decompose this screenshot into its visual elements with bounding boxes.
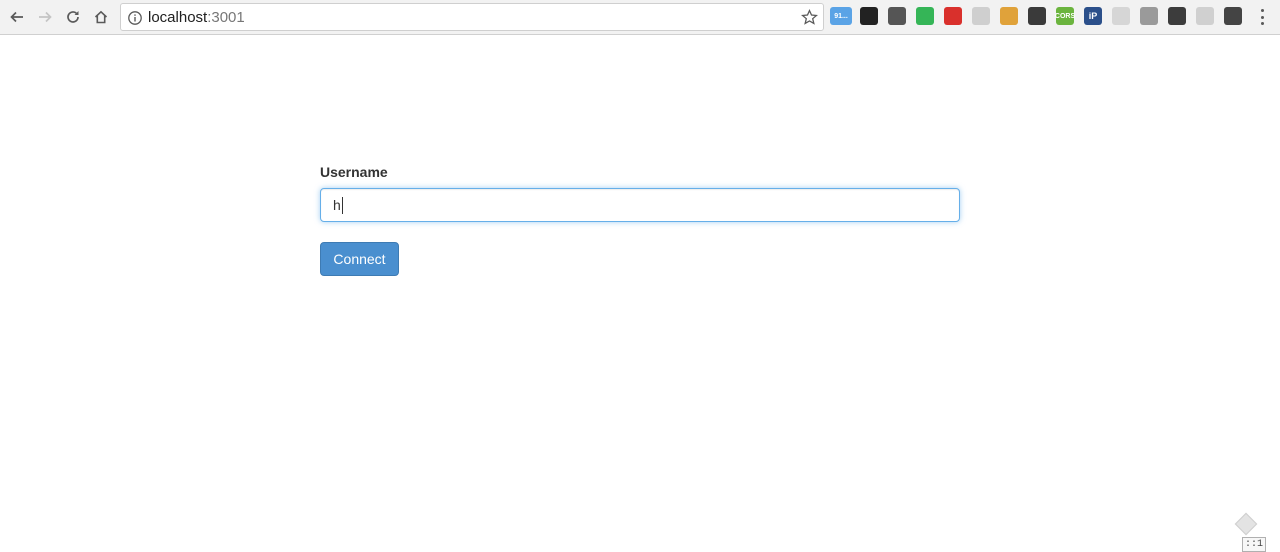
username-value: h — [333, 197, 341, 213]
url-text: localhost:3001 — [148, 9, 245, 27]
sync-extension-icon[interactable] — [1224, 7, 1242, 25]
grid-extension-icon[interactable] — [1196, 7, 1214, 25]
forward-button[interactable] — [33, 5, 57, 29]
url-port: :3001 — [207, 9, 245, 26]
globe-extension-icon[interactable] — [1140, 7, 1158, 25]
grey-leaf-extension-icon[interactable] — [972, 7, 990, 25]
bug-extension-icon[interactable] — [888, 7, 906, 25]
grey-a-extension-icon[interactable] — [1112, 7, 1130, 25]
corner-badge: ::1 — [1242, 537, 1266, 552]
forward-arrow-icon — [39, 11, 52, 23]
address-bar[interactable]: localhost:3001 — [120, 3, 824, 31]
dark-badge-extension-icon[interactable] — [1028, 7, 1046, 25]
reload-icon — [67, 11, 79, 23]
username-input[interactable]: h — [320, 188, 960, 222]
devtools-diamond-icon — [1234, 512, 1258, 536]
menu-dot — [1260, 9, 1264, 12]
home-icon — [94, 10, 108, 24]
home-button[interactable] — [89, 5, 113, 29]
info-icon[interactable] — [127, 10, 143, 26]
weather-extension-icon[interactable]: 91... — [830, 7, 852, 25]
menu-dot — [1260, 22, 1264, 25]
green-diamond-extension-icon[interactable] — [916, 7, 934, 25]
browser-toolbar: localhost:3001 91... CORS iP — [0, 0, 1280, 35]
qr-code-extension-icon[interactable] — [860, 7, 878, 25]
cors-extension-icon[interactable]: CORS — [1055, 7, 1075, 25]
username-label: Username — [320, 164, 388, 180]
browser-menu-button[interactable] — [1254, 7, 1270, 27]
reload-button[interactable] — [61, 5, 85, 29]
ip-extension-icon[interactable]: iP — [1084, 7, 1102, 25]
red-circle-extension-icon[interactable] — [944, 7, 962, 25]
brush-extension-icon[interactable] — [1000, 7, 1018, 25]
connect-button[interactable]: Connect — [320, 242, 399, 276]
evernote-extension-icon[interactable] — [1168, 7, 1186, 25]
menu-dot — [1260, 15, 1264, 19]
bookmark-star-icon[interactable] — [801, 9, 818, 26]
back-button[interactable] — [5, 5, 29, 29]
url-host: localhost — [148, 9, 208, 26]
text-caret — [342, 197, 343, 214]
back-arrow-icon — [10, 11, 23, 23]
